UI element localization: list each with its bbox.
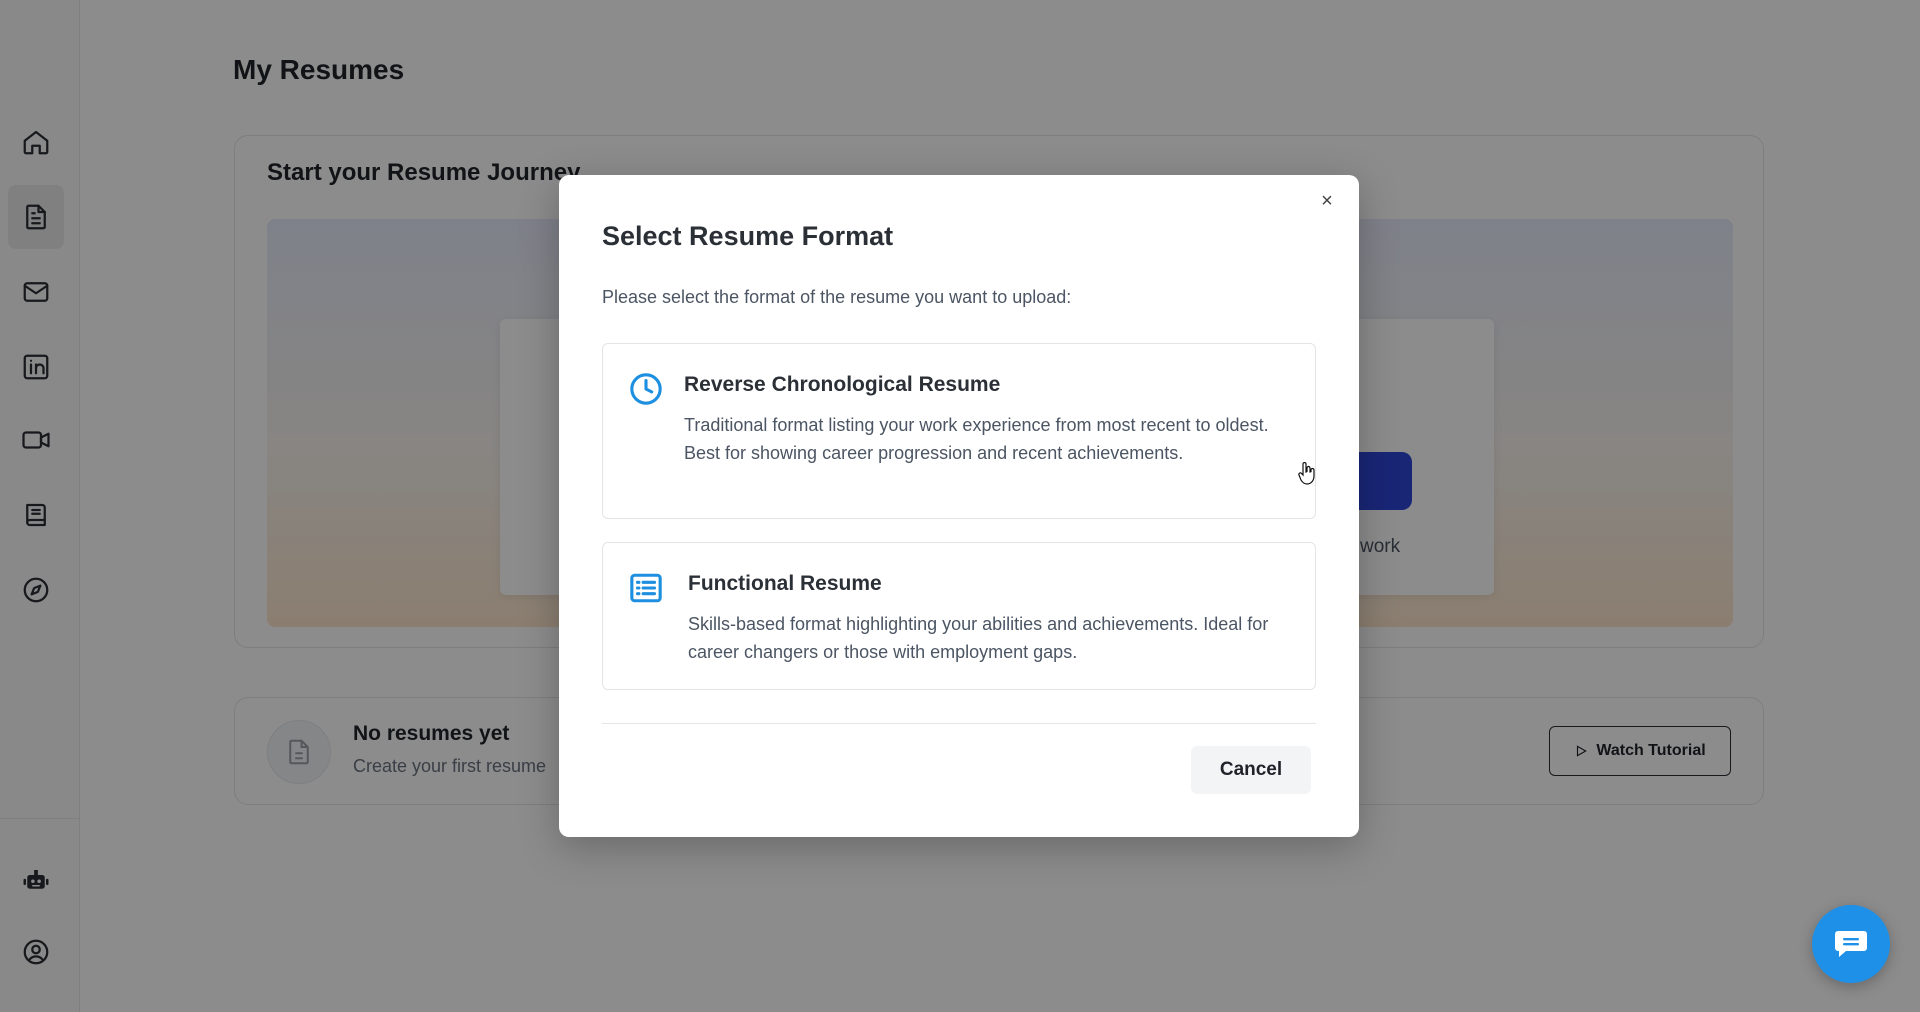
chat-button[interactable] <box>1812 905 1890 983</box>
chat-icon <box>1835 931 1867 957</box>
modal-title: Select Resume Format <box>602 221 894 251</box>
option-description: Skills-based format highlighting your ab… <box>688 614 1269 662</box>
list-icon <box>629 571 663 605</box>
option-functional[interactable]: Functional Resume Skills-based format hi… <box>602 542 1316 690</box>
close-icon[interactable]: × <box>1315 189 1339 213</box>
select-format-modal: × Select Resume Format Please select the… <box>559 175 1359 837</box>
option-description: Traditional format listing your work exp… <box>684 415 1269 463</box>
hand-cursor-icon <box>1298 462 1315 485</box>
option-reverse-chronological[interactable]: Reverse Chronological Resume Traditional… <box>602 343 1316 519</box>
modal-subtitle: Please select the format of the resume y… <box>602 287 1072 307</box>
option-title: Functional Resume <box>688 572 882 595</box>
modal-divider <box>602 723 1316 724</box>
cancel-button[interactable]: Cancel <box>1191 746 1311 794</box>
option-title: Reverse Chronological Resume <box>684 373 1001 396</box>
clock-icon <box>629 372 663 406</box>
